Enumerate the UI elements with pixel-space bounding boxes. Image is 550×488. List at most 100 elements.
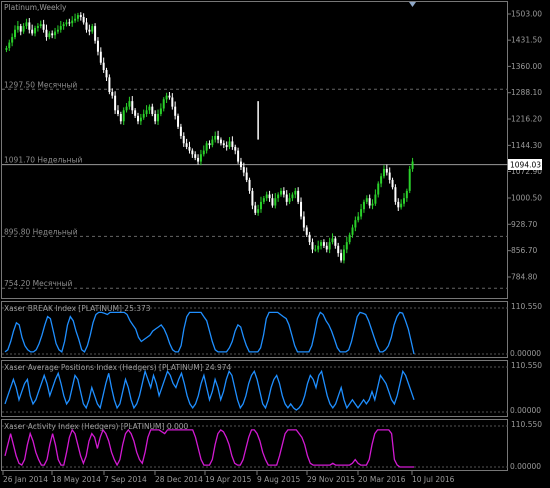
candle-body: [108, 77, 111, 92]
candle-body: [59, 26, 62, 30]
indicator2-bottom-label: 0.00000: [510, 406, 541, 415]
candle-body: [88, 29, 91, 32]
candle-body: [257, 209, 260, 213]
candle-body: [251, 190, 254, 206]
candle-body: [157, 113, 160, 122]
candle-body: [371, 203, 374, 206]
price-tick-label: 1000.50: [511, 194, 542, 203]
level-label: 895.80 Недельный: [4, 227, 78, 236]
price-tick-label: 1144.30: [511, 141, 542, 150]
candle-body: [136, 115, 139, 122]
candle-body: [377, 183, 380, 195]
candle-body: [182, 135, 185, 144]
candle-body: [119, 113, 122, 122]
candle-body: [314, 249, 317, 251]
candle-body: [342, 249, 345, 261]
candle-body: [362, 201, 365, 210]
candle-body: [142, 113, 145, 118]
indicator1-top-label: 110.550: [511, 302, 542, 311]
candle-body: [134, 110, 137, 116]
candle-body: [237, 150, 240, 162]
candle-body: [208, 143, 211, 146]
candle-body: [96, 40, 99, 52]
candle-body: [268, 194, 271, 199]
candle-body: [337, 245, 340, 254]
indicator1-title: Xaser BREAK Index [PLATINUM] 25.373: [4, 304, 151, 313]
candle-body: [74, 18, 77, 21]
candle-body: [111, 91, 114, 96]
time-tick-label: 28 Dec 2014: [155, 475, 203, 484]
candle-body: [188, 146, 191, 151]
chart-title: Platinum,Weekly: [4, 3, 67, 12]
candle-body: [102, 62, 105, 71]
candles: [5, 12, 414, 264]
candle-body: [34, 27, 37, 34]
candle-body: [231, 141, 234, 147]
candle-body: [76, 15, 79, 19]
candle-body: [165, 95, 168, 100]
candle-body: [374, 194, 377, 204]
candle-body: [228, 141, 231, 147]
indicator-line: [4, 311, 415, 355]
candle-body: [285, 194, 288, 202]
candle-body: [185, 143, 188, 147]
time-tick-label: 20 Mar 2016: [358, 475, 406, 484]
candle-body: [122, 110, 125, 122]
candle-body: [48, 33, 51, 38]
candle-body: [305, 227, 308, 235]
candle-body: [368, 198, 371, 206]
current-price-badge: 1094.03: [508, 159, 542, 170]
candle-body: [320, 242, 323, 246]
candle-body: [345, 242, 348, 250]
indicator3-top-label: 110.550: [511, 420, 542, 429]
candle-body: [199, 154, 202, 162]
candle-body: [405, 190, 408, 199]
candle-body: [411, 161, 414, 169]
candle-body: [197, 157, 200, 162]
candle-body: [334, 238, 337, 246]
candle-body: [328, 242, 331, 250]
candle-body: [151, 106, 154, 114]
candle-body: [114, 95, 117, 111]
indicator-line: [4, 428, 414, 468]
candle-body: [39, 24, 42, 27]
candle-body: [16, 26, 19, 30]
candle-body: [25, 22, 28, 27]
price-tick-label: 1503.00: [511, 10, 542, 19]
candle-body: [397, 201, 400, 208]
candle-body: [394, 187, 397, 202]
candle-body: [5, 48, 8, 50]
candle-body: [408, 168, 411, 191]
candle-body: [45, 29, 48, 38]
candle-body: [234, 146, 237, 151]
candle-body: [19, 26, 22, 32]
candle-body: [385, 168, 388, 173]
candle-body: [254, 205, 257, 213]
candle-body: [322, 242, 325, 246]
chart-canvas[interactable]: 1503.00 1431.50 1360.00 1288.10 1216.20 1144.…: [0, 0, 550, 488]
candle-body: [194, 154, 197, 158]
candle-body: [325, 245, 328, 250]
chart-shift-marker-icon[interactable]: [409, 2, 416, 7]
candle-body: [348, 234, 351, 243]
indicator-lines: [2, 307, 508, 468]
candle-body: [388, 172, 391, 180]
candle-body: [294, 190, 297, 195]
candle-body: [205, 143, 208, 151]
candle-body: [271, 198, 274, 206]
candle-body: [300, 201, 303, 217]
time-tick-label: 29 Nov 2015: [307, 475, 355, 484]
indicator1-bottom-label: 0.00000: [510, 349, 541, 358]
candle-body: [217, 135, 220, 140]
current-price-label: 1094.03: [510, 161, 541, 170]
price-tick-label: 1431.50: [511, 36, 542, 45]
time-tick-label: 10 Jul 2016: [412, 475, 455, 484]
candle-body: [54, 31, 57, 36]
candle-body: [219, 139, 222, 144]
candle-body: [382, 168, 385, 177]
indicator-line: [4, 368, 415, 411]
candle-body: [42, 24, 45, 30]
candle-body: [308, 234, 311, 243]
indicator3-bottom-label: 0.00000: [510, 462, 541, 471]
candle-body: [22, 26, 25, 32]
